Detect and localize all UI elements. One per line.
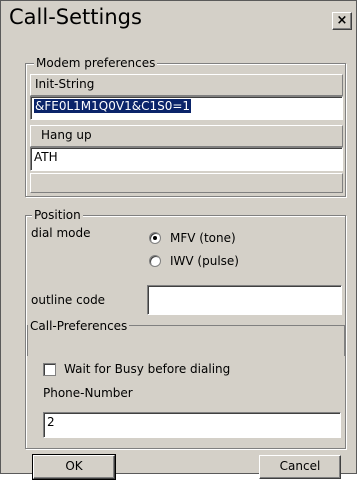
ok-button-label: OK	[65, 459, 83, 473]
outline-code-label: outline code	[31, 293, 106, 307]
dialog-title: Call-Settings	[9, 5, 142, 29]
wait-busy-checkbox[interactable]	[43, 363, 56, 376]
close-button[interactable]: ×	[332, 12, 352, 30]
hangup-input[interactable]: ATH	[30, 147, 343, 171]
call-settings-dialog: Call-Settings × Modem preferences Init-S…	[0, 0, 357, 480]
init-string-input[interactable]: &FE0L1M1Q0V1&C1S0=1	[30, 96, 343, 120]
radio-iwv-label[interactable]: IWV (pulse)	[170, 254, 239, 268]
phone-number-label: Phone-Number	[43, 386, 133, 400]
wait-busy-label[interactable]: Wait for Busy before dialing	[64, 362, 230, 376]
radio-mfv-label[interactable]: MFV (tone)	[170, 231, 236, 245]
radio-mfv[interactable]	[149, 232, 161, 244]
ok-button[interactable]: OK	[32, 454, 116, 480]
cancel-button-label: Cancel	[279, 459, 321, 473]
hangup-label: Hang up	[41, 128, 92, 142]
cancel-button[interactable]: Cancel	[259, 455, 341, 479]
hangup-header: Hang up	[30, 125, 343, 147]
init-string-header: Init-String	[30, 74, 343, 96]
phone-number-value: 2	[47, 415, 55, 429]
hangup-value: ATH	[34, 150, 58, 164]
init-string-label: Init-String	[35, 77, 95, 91]
radio-mfv-dot	[153, 236, 157, 240]
call-preferences-group: Call-Preferences	[27, 319, 345, 356]
radio-iwv[interactable]	[149, 255, 161, 267]
modem-empty-row	[30, 173, 343, 193]
phone-number-input[interactable]: 2	[43, 412, 341, 438]
call-preferences-legend: Call-Preferences	[28, 319, 130, 333]
dial-mode-label: dial mode	[31, 226, 91, 240]
outline-code-input[interactable]	[147, 285, 342, 315]
title-bar[interactable]: Call-Settings ×	[3, 3, 356, 37]
modem-preferences-legend: Modem preferences	[34, 56, 158, 70]
init-string-value: &FE0L1M1Q0V1&C1S0=1	[34, 99, 192, 113]
close-icon: ×	[336, 13, 348, 28]
position-legend: Position	[32, 208, 83, 222]
